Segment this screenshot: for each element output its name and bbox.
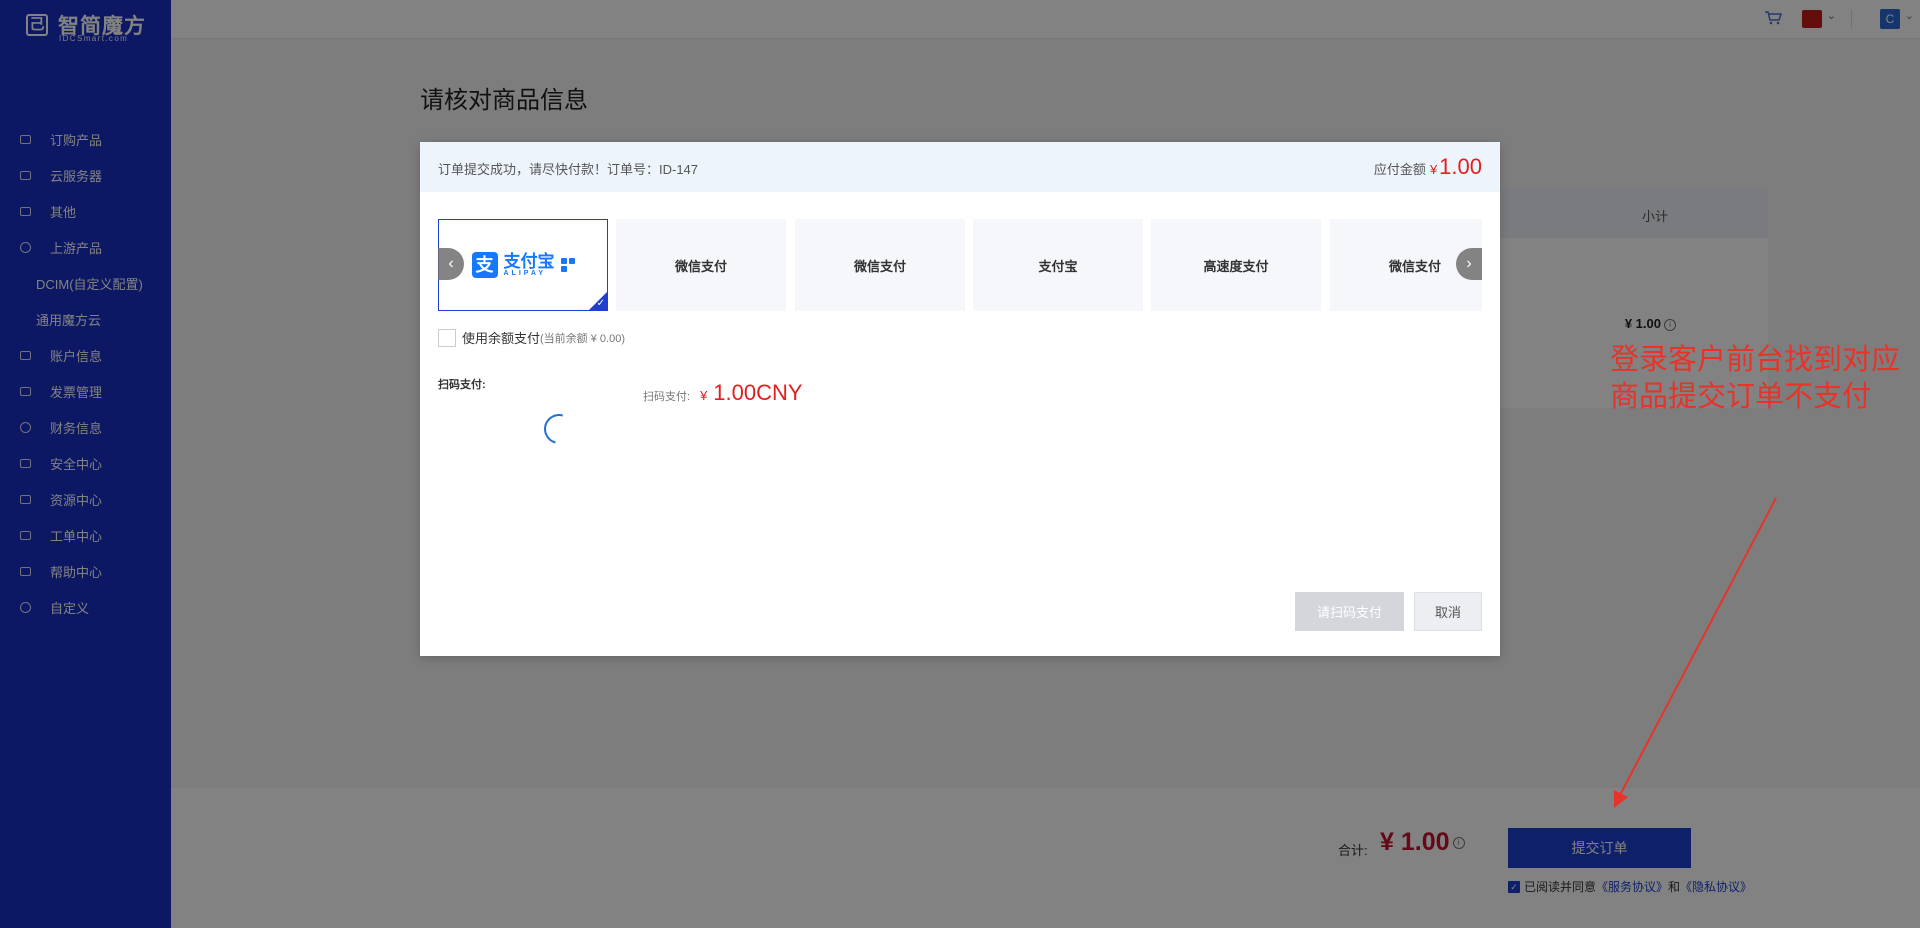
annotation-arrow-icon xyxy=(1614,497,1777,808)
